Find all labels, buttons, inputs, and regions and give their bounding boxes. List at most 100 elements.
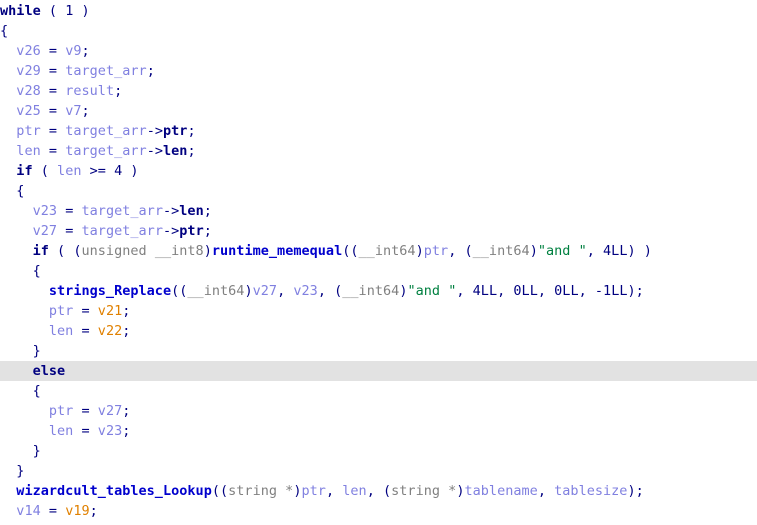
token-func[interactable]: strings_Replace [49, 283, 171, 299]
token-var[interactable]: v23 [293, 283, 317, 299]
code-line[interactable]: len = v22; [0, 321, 757, 341]
token-var[interactable]: v28 [16, 83, 40, 99]
token-punct: = [40, 83, 66, 99]
code-line[interactable]: v29 = target_arr; [0, 61, 757, 81]
token-var[interactable]: ptr [49, 303, 73, 319]
token-punct: , [456, 283, 473, 299]
token-var[interactable]: target_arr [65, 143, 146, 159]
token-num: 4LL [472, 283, 498, 299]
token-var[interactable]: tablename [464, 483, 537, 499]
token-num: 0LL [513, 283, 538, 299]
code-line[interactable]: while ( 1 ) [0, 1, 757, 21]
code-line[interactable]: } [0, 441, 757, 461]
token-var[interactable]: ptr [301, 483, 325, 499]
token-punct: ) [415, 243, 424, 259]
token-var[interactable]: len [16, 143, 40, 159]
code-line[interactable]: v23 = target_arr->len; [0, 201, 757, 221]
code-line[interactable]: { [0, 181, 757, 201]
token-var[interactable]: len [342, 483, 366, 499]
token-var[interactable]: target_arr [65, 63, 146, 79]
token-varsel[interactable]: v22 [98, 323, 122, 339]
token-var[interactable]: ptr [16, 123, 40, 139]
token-var[interactable]: ptr [49, 403, 73, 419]
token-var[interactable]: target_arr [65, 123, 146, 139]
code-line[interactable]: { [0, 21, 757, 41]
code-line[interactable]: if ( (unsigned __int8)runtime_memequal((… [0, 241, 757, 261]
code-line[interactable]: { [0, 261, 757, 281]
token-var[interactable]: v14 [16, 503, 40, 519]
token-var[interactable]: target_arr [82, 223, 163, 239]
token-punct: , ( [317, 283, 343, 299]
code-line[interactable]: v25 = v7; [0, 101, 757, 121]
code-line[interactable]: } [0, 341, 757, 361]
token-func[interactable]: wizardcult_tables_Lookup [16, 483, 212, 499]
token-varsel[interactable]: v19 [65, 503, 89, 519]
token-punct: { [32, 263, 41, 279]
token-var[interactable]: v26 [16, 43, 40, 59]
code-line[interactable]: ptr = v21; [0, 301, 757, 321]
code-line[interactable]: wizardcult_tables_Lookup((string *)ptr, … [0, 481, 757, 501]
token-var[interactable]: result [65, 83, 114, 99]
code-line[interactable]: v14 = v19; [0, 501, 757, 521]
code-line[interactable]: len = target_arr->len; [0, 141, 757, 161]
token-punct: = [40, 63, 66, 79]
code-line[interactable]: else [0, 361, 757, 381]
token-punct: ( ( [48, 243, 82, 259]
code-line[interactable]: v27 = target_arr->ptr; [0, 221, 757, 241]
token-var[interactable]: tablesize [554, 483, 627, 499]
token-punct: -> [146, 143, 163, 159]
token-var[interactable]: v27 [33, 223, 57, 239]
code-line[interactable]: if ( len >= 4 ) [0, 161, 757, 181]
token-type: string * [391, 483, 457, 499]
token-var[interactable]: v23 [33, 203, 57, 219]
token-var[interactable]: len [49, 323, 73, 339]
token-type: __int64 [187, 283, 245, 299]
token-punct: -> [146, 123, 163, 139]
token-punct: = [73, 323, 98, 339]
token-punct: ) [529, 243, 538, 259]
token-punct: ) [122, 163, 139, 179]
token-punct: { [16, 183, 25, 199]
token-var[interactable]: v27 [253, 283, 277, 299]
token-num: 4LL [603, 243, 628, 259]
token-punct: = [73, 423, 98, 439]
token-var[interactable]: v27 [98, 403, 122, 419]
code-line[interactable]: len = v23; [0, 421, 757, 441]
token-var[interactable]: target_arr [82, 203, 163, 219]
token-punct: ; [81, 103, 90, 119]
code-line[interactable]: strings_Replace((__int64)v27, v23, (__in… [0, 281, 757, 301]
token-func[interactable]: runtime_memequal [212, 243, 342, 259]
code-line[interactable]: ptr = target_arr->ptr; [0, 121, 757, 141]
code-line[interactable]: ptr = v27; [0, 401, 757, 421]
token-punct: = [57, 203, 82, 219]
pseudocode-view[interactable]: while ( 1 ) { v26 = v9; v29 = target_arr;… [0, 0, 757, 525]
token-punct: } [32, 443, 41, 459]
token-punct: ; [203, 203, 212, 219]
code-line[interactable]: { [0, 381, 757, 401]
token-var[interactable]: len [57, 163, 81, 179]
code-line[interactable]: v26 = v9; [0, 41, 757, 61]
code-line[interactable]: } [0, 461, 757, 481]
token-punct: , [325, 483, 343, 499]
token-var[interactable]: ptr [424, 243, 448, 259]
token-type: string * [228, 483, 294, 499]
token-punct: >= [81, 163, 115, 179]
token-varsel[interactable]: v21 [98, 303, 122, 319]
token-var[interactable]: v23 [98, 423, 122, 439]
token-var[interactable]: v25 [16, 103, 40, 119]
token-var[interactable]: len [49, 423, 73, 439]
token-var[interactable]: v29 [16, 63, 40, 79]
token-var[interactable]: v9 [65, 43, 81, 59]
token-var[interactable]: v7 [65, 103, 81, 119]
code-line[interactable]: v28 = result; [0, 81, 757, 101]
token-punct: , [537, 283, 555, 299]
